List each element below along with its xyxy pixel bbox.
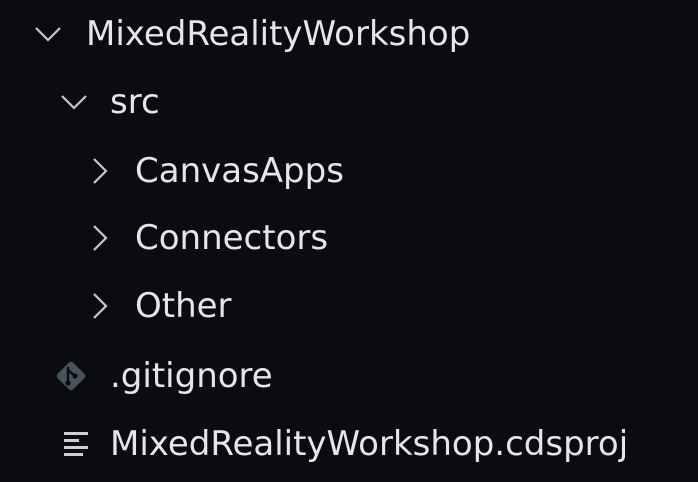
tree-item-label: .gitignore — [110, 355, 273, 396]
tree-item-label: Other — [135, 285, 232, 326]
tree-item-root-folder[interactable]: MixedRealityWorkshop — [0, 0, 698, 67]
tree-item-label: MixedRealityWorkshop — [86, 13, 471, 54]
tree-item-label: Connectors — [135, 217, 329, 258]
tree-item-src-folder[interactable]: src — [0, 68, 698, 135]
tree-item-label: CanvasApps — [135, 150, 344, 191]
tree-item-label: src — [110, 81, 160, 122]
chevron-right-icon — [93, 292, 108, 319]
tree-item-file-gitignore[interactable]: .gitignore — [0, 342, 698, 409]
chevron-right-icon — [93, 224, 108, 251]
chevron-right-icon — [93, 157, 108, 184]
chevron-down-icon — [35, 26, 61, 42]
tree-item-folder-other[interactable]: Other — [0, 272, 698, 339]
git-icon — [56, 361, 86, 390]
tree-item-folder-canvasapps[interactable]: CanvasApps — [0, 137, 698, 204]
chevron-down-icon — [61, 94, 87, 110]
tree-item-file-cdsproj[interactable]: MixedRealityWorkshop.cdsproj — [0, 410, 698, 477]
tree-item-folder-connectors[interactable]: Connectors — [0, 204, 698, 271]
tree-item-label: MixedRealityWorkshop.cdsproj — [110, 423, 629, 464]
text-lines-icon — [64, 431, 88, 456]
